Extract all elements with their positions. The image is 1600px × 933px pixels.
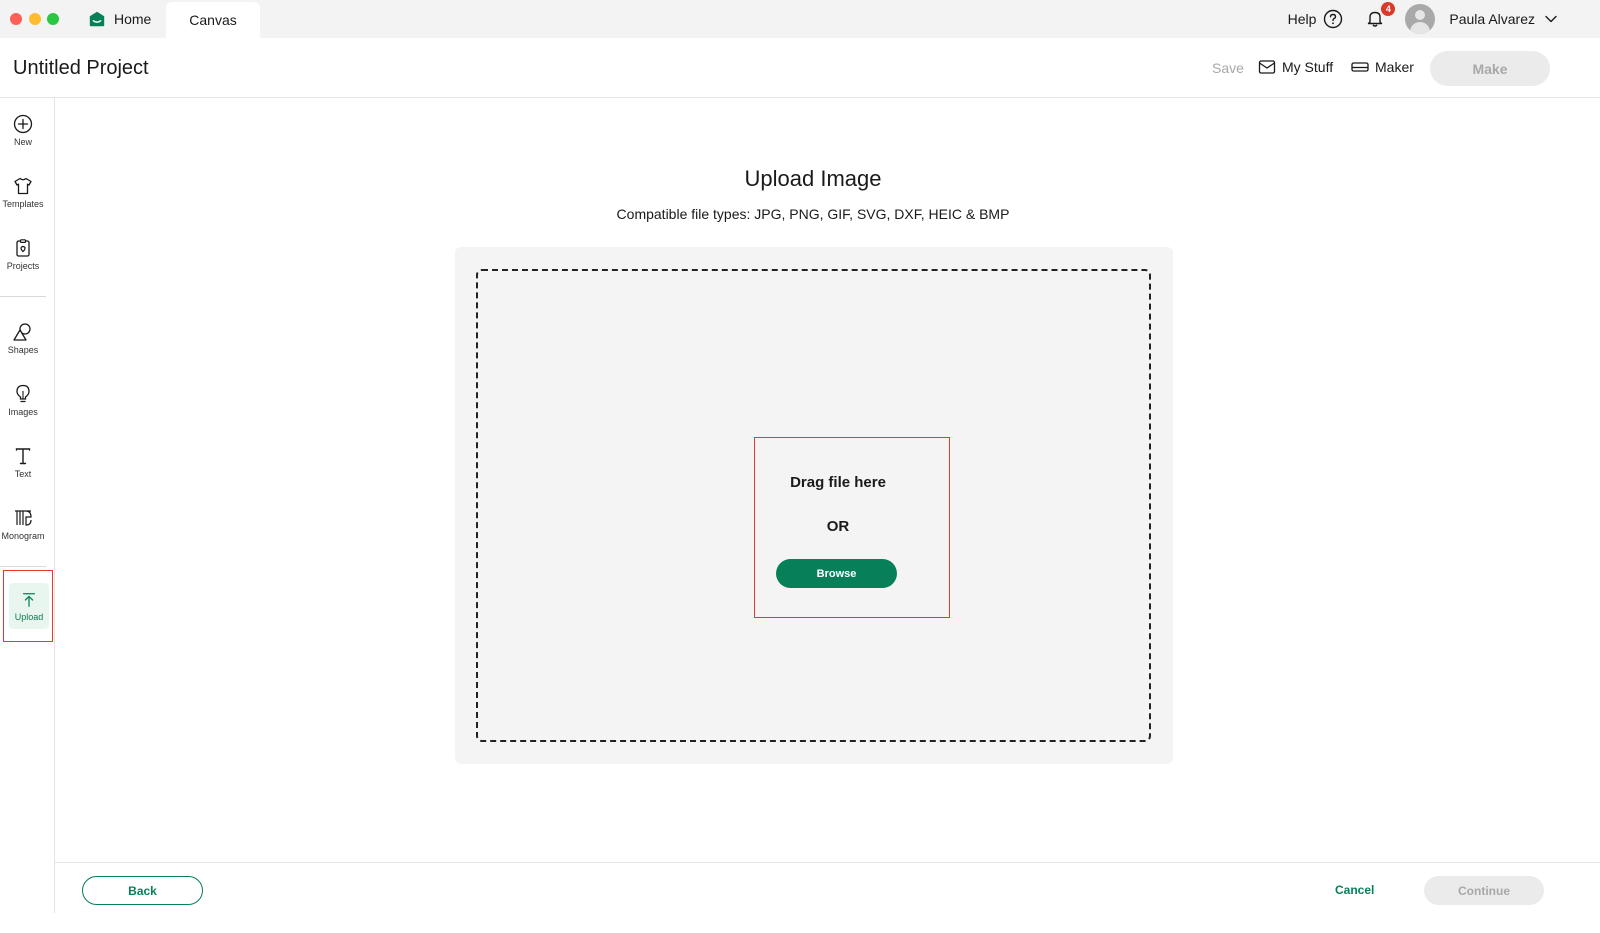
footer-bar: Back Cancel Continue	[55, 862, 1600, 913]
sidebar-item-images[interactable]: Images	[0, 384, 46, 417]
continue-button[interactable]: Continue	[1424, 876, 1544, 905]
inbox-icon	[1258, 60, 1276, 74]
topbar-right: Help 4 Paula Alvarez	[1288, 0, 1558, 38]
machine-icon	[1351, 62, 1369, 72]
tab-home-label: Home	[114, 11, 152, 27]
shapes-icon	[13, 323, 31, 341]
sidebar-item-monogram[interactable]: Monogram	[0, 508, 46, 541]
sidebar-item-label: Projects	[6, 261, 40, 271]
text-icon	[15, 448, 31, 465]
help-button[interactable]: Help	[1288, 9, 1344, 29]
window-maximize-button[interactable]	[47, 13, 59, 25]
sidebar-item-label: Images	[8, 407, 38, 417]
notification-badge: 4	[1381, 2, 1396, 16]
shirt-icon	[14, 177, 32, 195]
sidebar-divider	[0, 296, 46, 297]
sidebar-item-shapes[interactable]: Shapes	[0, 322, 46, 355]
my-stuff-label: My Stuff	[1282, 59, 1334, 75]
sidebar-item-label: Monogram	[1, 531, 45, 541]
left-sidebar: New Templates Projects Shapes Images Tex…	[0, 98, 55, 913]
save-button[interactable]: Save	[1212, 60, 1244, 76]
maker-label: Maker	[1375, 59, 1414, 75]
sidebar-item-projects[interactable]: Projects	[0, 238, 46, 271]
lightbulb-icon	[16, 384, 30, 403]
sidebar-item-label: Shapes	[7, 345, 39, 355]
sidebar-item-upload-active: Upload	[9, 583, 49, 629]
sidebar-item-label: New	[13, 137, 32, 147]
window-minimize-button[interactable]	[29, 13, 41, 25]
tab-home[interactable]: Home	[80, 0, 166, 38]
maker-button[interactable]: Maker	[1351, 58, 1414, 76]
monogram-icon	[15, 510, 32, 526]
compatible-file-types: Compatible file types: JPG, PNG, GIF, SV…	[616, 206, 1010, 222]
make-button[interactable]: Make	[1430, 51, 1550, 86]
back-button[interactable]: Back	[82, 876, 203, 905]
file-drop-zone[interactable]: Drag file here OR Browse	[476, 269, 1151, 742]
tab-canvas[interactable]: Canvas	[166, 2, 260, 38]
my-stuff-button[interactable]: My Stuff	[1258, 58, 1333, 76]
project-header: Untitled Project Save My Stuff Maker Mak…	[0, 38, 1600, 98]
browse-button[interactable]: Browse	[776, 559, 897, 588]
project-title[interactable]: Untitled Project	[13, 57, 149, 80]
notifications-button[interactable]: 4	[1365, 2, 1396, 30]
or-text: OR	[826, 518, 850, 535]
plus-circle-icon	[13, 114, 33, 134]
page-title: Upload Image	[744, 166, 882, 191]
help-icon	[1324, 9, 1343, 29]
sidebar-item-label: Upload	[14, 611, 44, 622]
title-bar: Home Canvas Help 4 Paula Alvarez	[0, 0, 1600, 38]
avatar[interactable]	[1405, 4, 1436, 34]
sidebar-item-templates[interactable]: Templates	[0, 176, 46, 209]
upload-arrow-icon	[22, 592, 36, 607]
clipboard-icon	[16, 239, 30, 257]
sidebar-divider	[0, 566, 46, 567]
sidebar-item-label: Text	[14, 469, 32, 479]
sidebar-item-text[interactable]: Text	[0, 446, 46, 479]
drag-file-text: Drag file here	[790, 474, 886, 491]
sidebar-item-label: Templates	[2, 199, 44, 209]
home-icon	[89, 11, 105, 27]
help-label: Help	[1287, 11, 1317, 27]
tab-canvas-label: Canvas	[189, 12, 237, 28]
window-close-button[interactable]	[10, 13, 22, 25]
cancel-button[interactable]: Cancel	[1335, 883, 1374, 897]
sidebar-item-new[interactable]: New	[0, 114, 46, 147]
upload-panel: Drag file here OR Browse	[455, 247, 1173, 764]
chevron-down-icon[interactable]	[1544, 12, 1558, 26]
drop-target-box: Drag file here OR Browse	[754, 437, 950, 618]
sidebar-item-upload[interactable]: Upload	[3, 570, 53, 642]
user-name[interactable]: Paula Alvarez	[1449, 11, 1535, 27]
